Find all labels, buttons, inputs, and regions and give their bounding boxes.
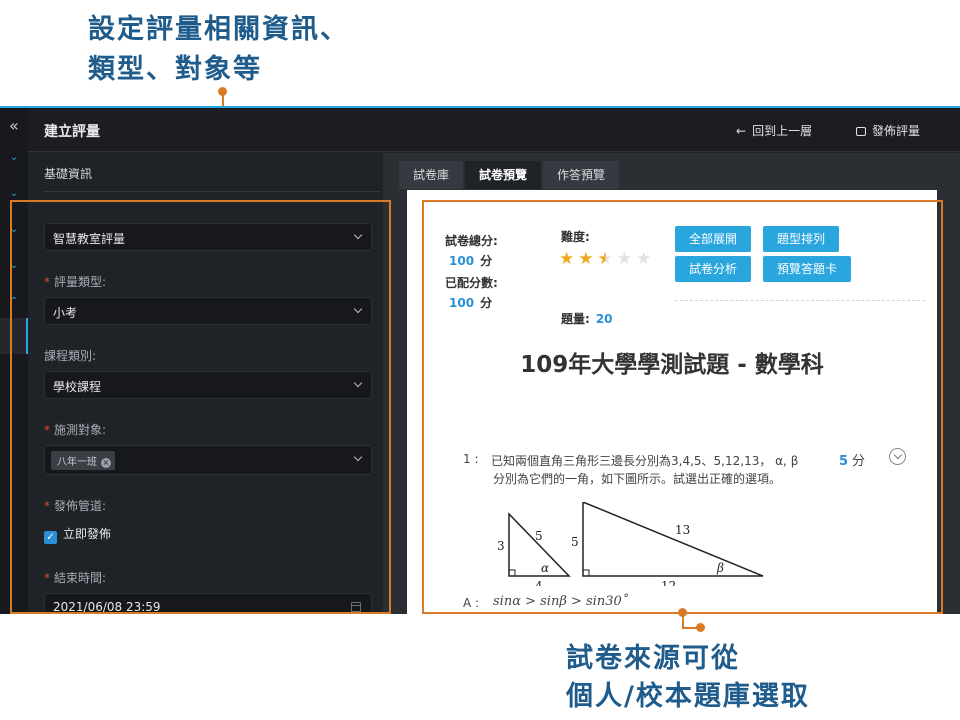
annotation-bottom: 試卷來源可從 個人/校本題庫選取 [566, 640, 810, 716]
annotation-top-line2: 類型、對象等 [88, 54, 262, 85]
double-chevron-left-icon[interactable]: « [9, 116, 19, 135]
chevron-down-icon[interactable]: ⌄ [0, 188, 28, 199]
tab-bar: 試卷庫 試卷預覽 作答預覽 [399, 161, 621, 189]
chevron-down-icon[interactable]: ⌄ [0, 152, 28, 163]
annotation-top-line1: 設定評量相關資訊、 [88, 14, 349, 45]
callout-line-bottom-v1 [682, 614, 684, 628]
title-bar: 建立評量 ← 回到上一層 發佈評量 [28, 108, 960, 152]
publish-label: 發佈評量 [872, 124, 921, 138]
annotation-bottom-line1: 試卷來源可從 [566, 643, 740, 674]
callout-dot-bottom [696, 623, 705, 632]
tab-answer-preview[interactable]: 作答預覽 [543, 161, 620, 189]
arrow-left-icon: ← [736, 124, 747, 138]
back-label: 回到上一層 [752, 124, 813, 138]
publish-button[interactable]: 發佈評量 [856, 122, 920, 139]
highlight-form-area [10, 200, 391, 614]
highlight-preview-area [422, 200, 943, 614]
tab-exam-preview[interactable]: 試卷預覽 [465, 161, 542, 189]
back-button[interactable]: ← 回到上一層 [736, 122, 812, 139]
annotation-bottom-line2: 個人/校本題庫選取 [566, 681, 810, 712]
section-divider [44, 191, 380, 192]
annotation-top: 設定評量相關資訊、 類型、對象等 [88, 10, 349, 90]
tab-exam-library[interactable]: 試卷庫 [399, 161, 464, 189]
section-title: 基礎資訊 [44, 167, 93, 181]
page-title: 建立評量 [44, 124, 100, 140]
window-icon [856, 127, 866, 136]
